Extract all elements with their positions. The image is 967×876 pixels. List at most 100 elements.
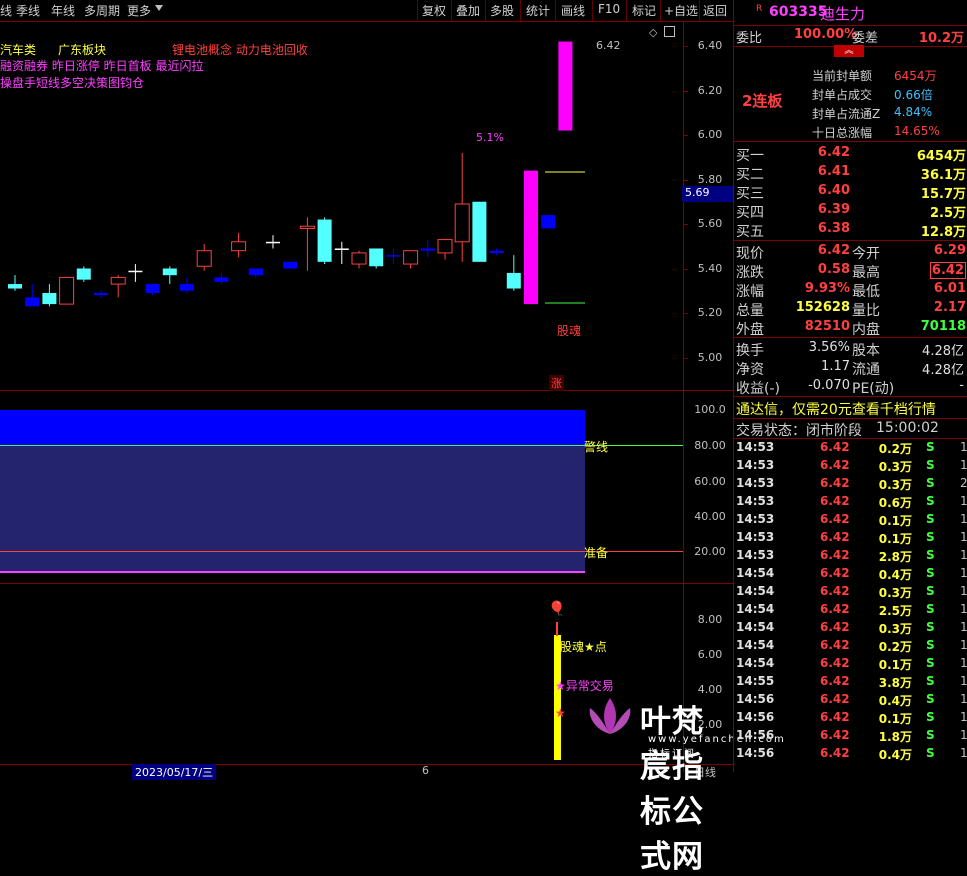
candle[interactable] xyxy=(214,272,229,285)
stock-code[interactable]: 603335 xyxy=(769,4,827,20)
tick-side: S xyxy=(926,476,935,490)
tick-side: S xyxy=(926,746,935,760)
tick-volume: 0.1万 xyxy=(878,532,912,546)
quote-label: 总量 xyxy=(736,303,764,319)
price-tick: 6.40 xyxy=(697,39,723,52)
quote-label: 涨跌 xyxy=(736,265,764,281)
period-year-line[interactable]: 年线 xyxy=(51,2,75,19)
candle[interactable] xyxy=(128,264,143,282)
ready-line xyxy=(0,551,683,552)
stats-button[interactable]: 统计 xyxy=(526,2,550,19)
top-toolbar: 线 季线 年线 多周期 更多 复权 叠加 多股 统计 画线 F10 标记 +自选… xyxy=(0,0,733,22)
candle[interactable] xyxy=(472,201,487,262)
quote-value: 0.58 xyxy=(817,262,850,277)
fuquan-button[interactable]: 复权 xyxy=(422,2,446,19)
candle[interactable] xyxy=(196,244,212,271)
add-watchlist-button[interactable]: +自选 xyxy=(664,2,698,19)
candle[interactable] xyxy=(524,170,538,305)
overlay-button[interactable]: 叠加 xyxy=(456,2,480,19)
candle[interactable] xyxy=(180,277,194,293)
tick-count: 1 xyxy=(960,692,967,706)
tick-side: S xyxy=(926,494,935,508)
collapse-chevron-icon[interactable]: ︽ xyxy=(834,45,864,57)
candle[interactable] xyxy=(283,261,298,269)
candle[interactable] xyxy=(266,235,280,249)
mark-button[interactable]: 标记 xyxy=(632,2,656,19)
candle[interactable] xyxy=(454,152,470,262)
tick-side: S xyxy=(926,584,935,598)
candle[interactable] xyxy=(403,250,419,269)
draw-line-button[interactable]: 画线 xyxy=(561,2,585,19)
bid-volume: 15.7万 xyxy=(920,187,966,202)
candle[interactable] xyxy=(110,275,126,298)
back-button[interactable]: 返回 xyxy=(703,2,727,19)
more-button[interactable]: 更多 xyxy=(127,2,151,19)
candle[interactable] xyxy=(317,217,332,265)
candle[interactable] xyxy=(386,248,401,265)
candle[interactable] xyxy=(541,215,556,229)
tick-price: 6.42 xyxy=(820,728,850,742)
bid-price: 6.42 xyxy=(817,145,850,160)
tick-price: 6.42 xyxy=(820,566,850,580)
quote-label: 量比 xyxy=(852,303,880,319)
tick-time: 14:53 xyxy=(736,494,775,508)
tick-price: 6.42 xyxy=(820,692,850,706)
mid-tick: 40.00 xyxy=(694,510,726,523)
price-tick: 6.00 xyxy=(697,128,723,141)
promo-banner[interactable]: 通达信，仅需20元查看千档行情 xyxy=(736,399,936,419)
candle[interactable] xyxy=(94,290,108,298)
candle[interactable] xyxy=(369,248,384,269)
candle[interactable] xyxy=(42,284,57,307)
chart-area[interactable]: 汽车类 广东板块 锂电池概念 动力电池回收 融资融券 昨日涨停 昨日首板 最近闪… xyxy=(0,22,784,875)
mid-band-fill xyxy=(0,446,585,571)
mid-tick: 100.0 xyxy=(694,403,726,416)
candle[interactable] xyxy=(25,284,40,307)
candle[interactable] xyxy=(76,266,91,282)
more-dropdown-icon[interactable] xyxy=(155,5,163,11)
candle[interactable] xyxy=(437,239,453,260)
tick-side: S xyxy=(926,530,935,544)
mid-base-line xyxy=(0,571,585,573)
stock-name[interactable]: 迪生力 xyxy=(820,3,865,24)
candle[interactable] xyxy=(506,255,521,291)
candle[interactable] xyxy=(59,276,75,305)
tick-volume: 2.8万 xyxy=(878,550,912,564)
tick-volume: 1.8万 xyxy=(878,730,912,744)
tick-side: S xyxy=(926,458,935,472)
panel-divider-1 xyxy=(0,390,733,391)
price-tick: 5.00 xyxy=(697,350,723,364)
candle[interactable] xyxy=(351,250,367,269)
quote-value: 6.29 xyxy=(933,243,966,258)
tick-count: 1 xyxy=(960,530,967,544)
bid-price: 6.38 xyxy=(817,221,850,236)
multi-stock-button[interactable]: 多股 xyxy=(490,2,514,19)
f10-button[interactable]: F10 xyxy=(598,2,620,16)
tick-volume: 0.3万 xyxy=(878,622,912,636)
candle[interactable] xyxy=(489,248,504,256)
tick-side: S xyxy=(926,548,935,562)
candle[interactable] xyxy=(8,275,22,291)
multi-period-button[interactable]: 多周期 xyxy=(84,2,120,19)
candle[interactable] xyxy=(248,268,263,278)
candle[interactable] xyxy=(162,266,177,285)
tick-time: 14:54 xyxy=(736,620,775,634)
fund-value: 4.28亿 xyxy=(922,363,964,378)
tick-time: 14:54 xyxy=(736,656,775,670)
candle[interactable] xyxy=(299,217,315,271)
period-day-line[interactable]: 线 xyxy=(0,2,12,19)
tick-time: 14:56 xyxy=(736,710,775,724)
tick-count: 1 xyxy=(960,512,967,526)
fund-value: -0.070 xyxy=(808,378,850,393)
candle[interactable] xyxy=(334,241,349,265)
candle[interactable] xyxy=(231,232,247,258)
tick-price: 6.42 xyxy=(820,476,850,490)
fund-label: 净资 xyxy=(736,362,764,378)
candle[interactable] xyxy=(145,284,160,296)
candle[interactable] xyxy=(420,239,435,258)
quote-label: 最低 xyxy=(852,284,880,300)
candle[interactable] xyxy=(558,41,573,131)
tick-count: 1 xyxy=(960,656,967,670)
period-season-line[interactable]: 季线 xyxy=(16,2,40,19)
tick-volume: 0.1万 xyxy=(878,712,912,726)
tick-price: 6.42 xyxy=(820,656,850,670)
